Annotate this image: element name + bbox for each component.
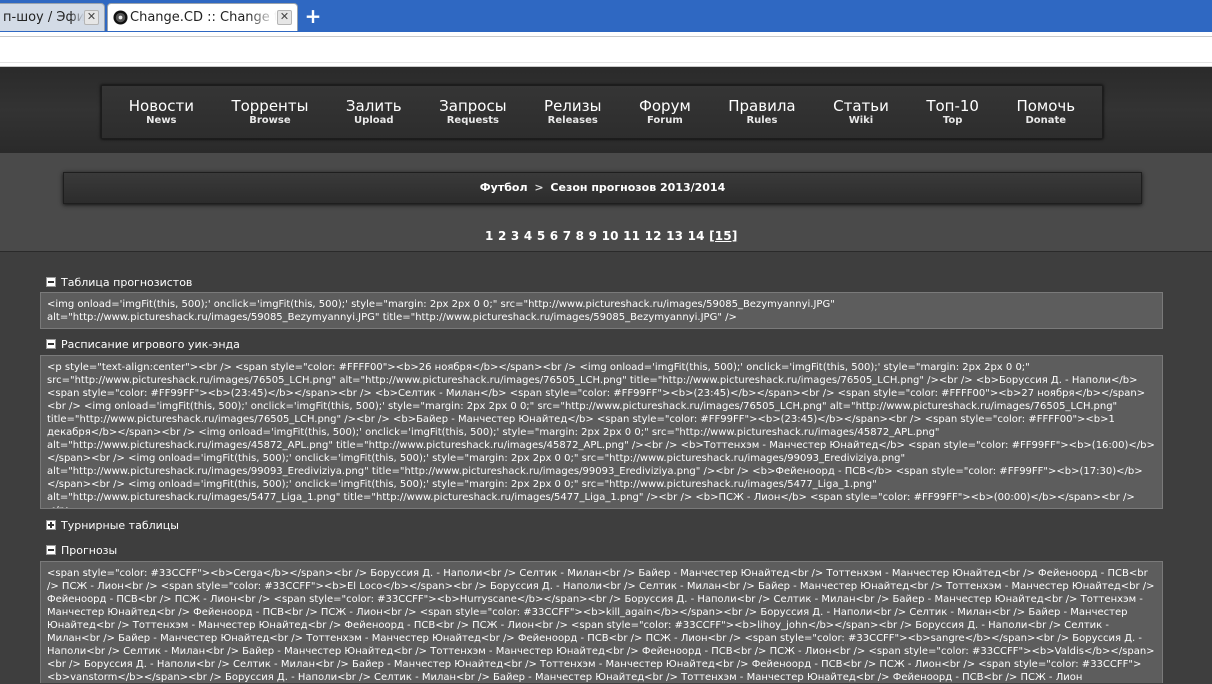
page-link[interactable]: 13 (666, 229, 683, 243)
nav-label: Форум (638, 97, 691, 115)
main-nav: Новости News Торренты Browse Залить Uplo… (101, 85, 1103, 139)
page-list: 1 2 3 4 5 6 7 8 9 10 11 12 13 14 [15] (485, 229, 738, 243)
browser-tab-active[interactable]: Change.CD :: Change to F ✕ (107, 3, 298, 31)
nav-sublabel: Top (942, 115, 963, 126)
close-icon[interactable]: ✕ (277, 10, 292, 25)
spoiler-content-forecasters: <img onload='imgFit(this, 500);' onclick… (40, 292, 1163, 329)
page-link[interactable]: 7 (563, 229, 572, 243)
collapse-icon[interactable] (46, 339, 56, 349)
nav-label: Запросы (439, 97, 507, 115)
nav-sublabel: Requests (446, 115, 499, 126)
expand-icon[interactable] (46, 520, 56, 530)
page-link[interactable]: 11 (623, 229, 640, 243)
close-icon[interactable]: ✕ (84, 10, 99, 25)
nav-label: Помочь (1016, 97, 1076, 115)
spoiler-title: Прогнозы (61, 543, 118, 557)
nav-label: Статьи (833, 97, 889, 115)
nav-sublabel: Releases (547, 115, 598, 126)
spoiler-title: Таблица прогнозистов (61, 275, 193, 289)
nav-label: Правила (728, 97, 796, 115)
collapse-icon[interactable] (46, 277, 56, 287)
breadcrumb-forum-link[interactable]: Футбол (480, 181, 528, 194)
breadcrumb-topic-title: Сезон прогнозов 2013/2014 (550, 181, 726, 194)
nav-item-forum[interactable]: Форум Forum (639, 97, 691, 127)
spoiler-title: Расписание игрового уик-энда (61, 337, 240, 351)
page-link[interactable]: 3 (511, 229, 520, 243)
nav-sublabel: Forum (646, 115, 683, 126)
spoiler-content-predictions: <span style="color: #33CCFF"><b>Cerga</b… (40, 561, 1163, 683)
spoiler-title: Турнирные таблицы (61, 518, 179, 532)
nav-item-top[interactable]: Топ-10 Top (926, 97, 979, 127)
nav-label: Залить (345, 97, 402, 115)
new-tab-button[interactable]: + (304, 6, 322, 26)
breadcrumb-separator: > (534, 181, 544, 194)
tab-title: п-шоу / Эфир (3, 10, 84, 25)
page-link[interactable]: 5 (537, 229, 546, 243)
pagination: 1 2 3 4 5 6 7 8 9 10 11 12 13 14 [15] (460, 223, 750, 249)
header: Новости News Торренты Browse Залить Uplo… (0, 67, 1212, 153)
nav-sublabel: Browse (249, 115, 291, 126)
page-link[interactable]: 14 (688, 229, 705, 243)
breadcrumb: Футбол > Сезон прогнозов 2013/2014 (63, 172, 1142, 204)
nav-sublabel: Rules (746, 115, 778, 126)
nav-item-donate[interactable]: Помочь Donate (1016, 97, 1075, 127)
spoiler-header-predictions[interactable]: Прогнозы (46, 543, 117, 557)
spoiler-header-tables[interactable]: Турнирные таблицы (46, 518, 179, 532)
spoiler-header-forecasters[interactable]: Таблица прогнозистов (46, 275, 192, 289)
nav-sublabel: Upload (354, 115, 394, 126)
browser-toolbar (0, 32, 1212, 67)
spoiler-header-schedule[interactable]: Расписание игрового уик-энда (46, 337, 240, 351)
page-link[interactable]: 12 (645, 229, 662, 243)
address-bar[interactable] (0, 36, 1212, 63)
collapse-icon[interactable] (46, 545, 56, 555)
page-link[interactable]: 1 (485, 229, 494, 243)
page-link[interactable]: 2 (498, 229, 507, 243)
nav-sublabel: Wiki (848, 115, 874, 126)
disc-favicon-icon (113, 10, 128, 25)
nav-item-browse[interactable]: Торренты Browse (231, 97, 308, 127)
nav-item-requests[interactable]: Запросы Requests (439, 97, 506, 127)
tab-title: Change.CD :: Change to F (130, 10, 277, 25)
spoiler-content-schedule: <p style="text-align:center"><br /> <spa… (40, 355, 1163, 509)
nav-item-wiki[interactable]: Статьи Wiki (833, 97, 889, 127)
nav-label: Релизы (544, 97, 602, 115)
nav-sublabel: Donate (1025, 115, 1067, 126)
page-link[interactable]: 8 (576, 229, 585, 243)
page-link[interactable]: 10 (602, 229, 619, 243)
browser-tab-inactive[interactable]: п-шоу / Эфир ✕ (0, 3, 105, 31)
site-page: Новости News Торренты Browse Залить Uplo… (0, 67, 1212, 684)
page-current: [15] (709, 229, 738, 243)
nav-label: Топ-10 (926, 97, 979, 115)
nav-item-upload[interactable]: Залить Upload (346, 97, 402, 127)
nav-item-releases[interactable]: Релизы Releases (544, 97, 601, 127)
nav-label: Торренты (231, 97, 309, 115)
browser-tab-bar: п-шоу / Эфир ✕ Change.CD :: Change to F … (0, 0, 1212, 32)
nav-item-news[interactable]: Новости News (129, 97, 194, 127)
page-link[interactable]: 6 (550, 229, 559, 243)
nav-sublabel: News (146, 115, 177, 126)
nav-item-rules[interactable]: Правила Rules (728, 97, 795, 127)
page-link[interactable]: 4 (524, 229, 533, 243)
page-link[interactable]: 9 (589, 229, 598, 243)
nav-label: Новости (128, 97, 194, 115)
